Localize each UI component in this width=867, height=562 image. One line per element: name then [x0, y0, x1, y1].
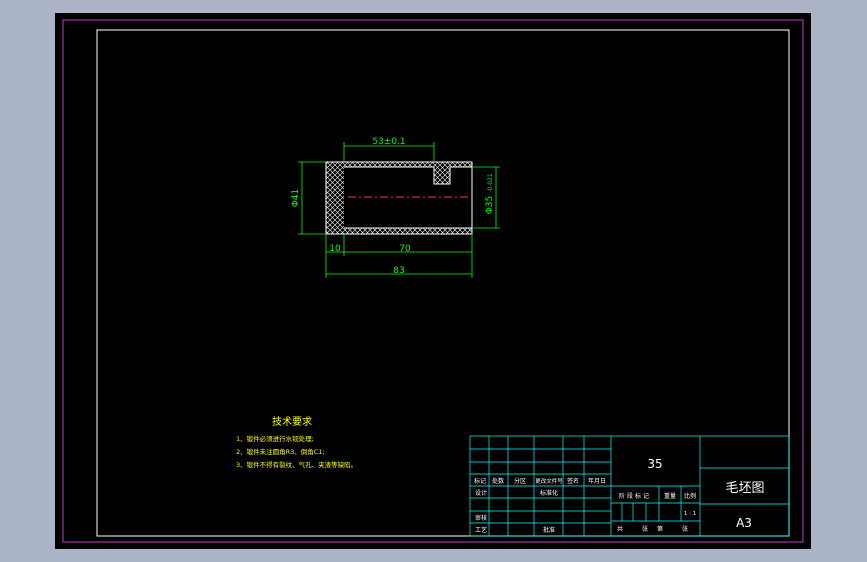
- dim-right-tolerance: -0.021: [487, 173, 494, 193]
- tb-header-count: 处数: [492, 477, 504, 485]
- tb-sheet-no: 第: [657, 525, 663, 533]
- tb-label-approve: 批准: [543, 526, 555, 534]
- tb-header-zone: 分区: [514, 477, 526, 485]
- tb-header-change-doc: 更改文件号: [535, 477, 563, 485]
- dim-bottom-left-text: 10: [329, 244, 341, 254]
- tb-label-weight: 重量: [664, 492, 676, 500]
- dim-top-text: 53±0.1: [372, 137, 405, 147]
- tb-label-process: 工艺: [475, 526, 487, 534]
- tb-header-signature: 签名: [567, 477, 579, 485]
- note-item-3: 3、锻件不得有裂纹、气孔、夹渣等缺陷。: [236, 460, 357, 469]
- cad-drawing-canvas: 53±0.1 Φ41 Φ35 -0.021 10 70 83 技术要求 1、锻件…: [55, 13, 811, 549]
- hatch-bottom-wall: [344, 228, 472, 234]
- dim-overall-text: 83: [393, 266, 404, 276]
- tb-label-stage-mark: 阶段标记: [619, 492, 651, 500]
- tb-label-review: 审核: [475, 514, 487, 522]
- hatch-left-wall: [326, 162, 344, 234]
- tb-sheets-label: 张: [642, 525, 648, 533]
- dim-right-text: Φ35: [485, 196, 495, 215]
- tb-sheet-label: 张: [682, 525, 688, 533]
- tb-material: 35: [647, 457, 662, 471]
- tb-part-name: 毛坯图: [725, 481, 764, 496]
- note-item-1: 1、锻件必须进行水韧处理;: [236, 434, 314, 443]
- hatch-top-wall: [344, 162, 472, 167]
- tb-sheet-size: A3: [736, 516, 752, 530]
- tb-label-scale: 比例: [684, 492, 696, 500]
- tb-scale-value: 1 : 1: [684, 511, 696, 517]
- tb-header-date: 年月日: [588, 477, 606, 485]
- tb-sheets-total: 共: [617, 525, 623, 533]
- drawing-sheet: [55, 13, 811, 549]
- notes-title: 技术要求: [272, 415, 312, 428]
- dim-left-text: Φ41: [291, 189, 301, 208]
- tb-label-design: 设计: [475, 489, 487, 497]
- hatch-right-tab: [434, 167, 450, 184]
- note-item-2: 2、锻件未注圆角R3、倒角C1;: [236, 447, 325, 456]
- tb-label-standardization: 标准化: [540, 489, 558, 497]
- dim-bottom-mid-text: 70: [399, 244, 411, 254]
- tb-header-mark: 标记: [474, 477, 486, 485]
